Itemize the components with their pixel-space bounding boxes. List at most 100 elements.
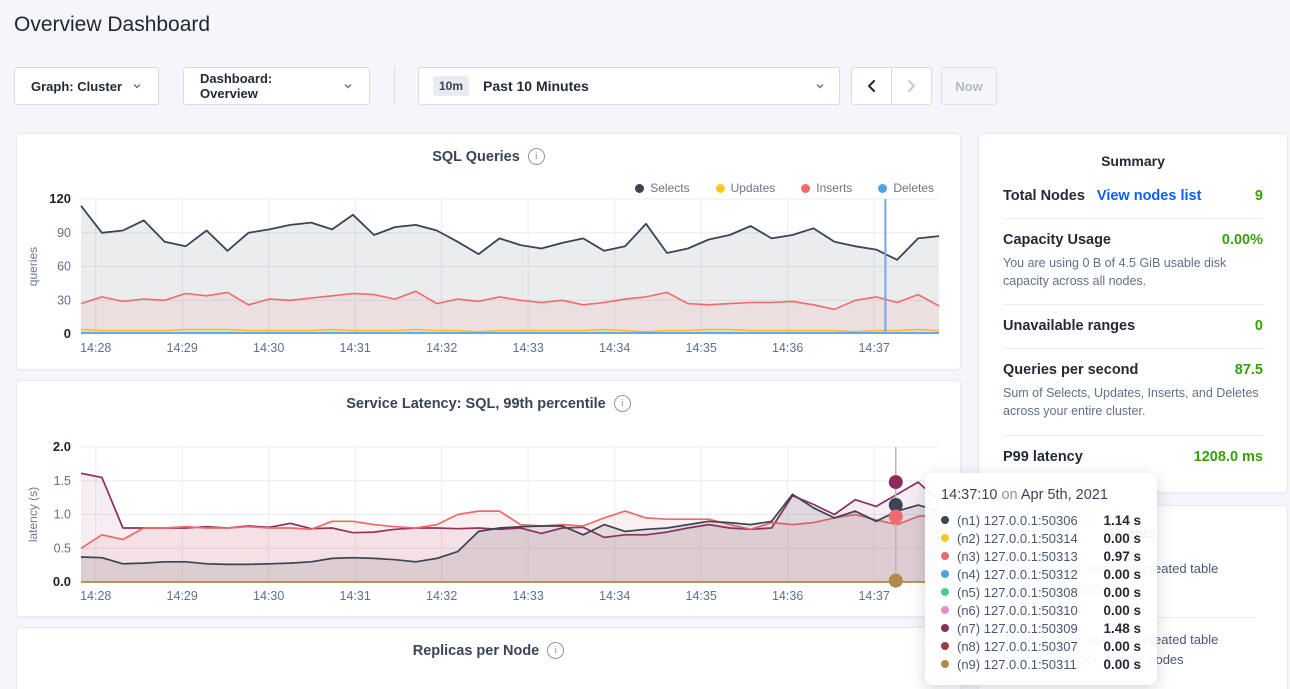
node-address: (n5) 127.0.0.1:50308 (957, 585, 1095, 600)
graph-scope-dropdown[interactable]: Graph: Cluster (14, 67, 159, 105)
summary-title: Summary (1003, 153, 1263, 169)
node-color-dot (941, 624, 949, 632)
time-next-button[interactable] (891, 68, 931, 104)
tooltip-node-row: (n6) 127.0.0.1:50310 0.00 s (941, 601, 1141, 619)
tooltip-node-row: (n3) 127.0.0.1:50313 0.97 s (941, 547, 1141, 565)
node-color-dot (941, 534, 949, 542)
y-tick-label: 0.5 (54, 541, 71, 555)
x-tick-label: 14:33 (513, 341, 544, 355)
x-tick-label: 14:32 (426, 589, 457, 603)
now-button[interactable]: Now (941, 67, 997, 105)
node-latency-value: 0.00 s (1103, 567, 1141, 582)
x-tick-label: 14:36 (772, 341, 803, 355)
y-tick-label: 1.0 (54, 508, 71, 522)
p99-latency-value: 1208.0 ms (1194, 449, 1263, 465)
y-tick-label: 90 (57, 226, 71, 240)
tooltip-node-row: (n1) 127.0.0.1:50306 1.14 s (941, 511, 1141, 529)
overview-dashboard-page: Overview Dashboard Graph: Cluster Dashbo… (0, 0, 1290, 689)
hover-dot (889, 574, 903, 588)
node-color-dot (941, 570, 949, 578)
qps-value: 87.5 (1235, 362, 1263, 378)
node-address: (n6) 127.0.0.1:50310 (957, 603, 1095, 618)
node-color-dot (941, 588, 949, 596)
chevron-left-icon (866, 79, 877, 93)
node-color-dot (941, 642, 949, 650)
y-tick-label: 0 (64, 326, 71, 341)
x-tick-label: 14:31 (340, 589, 371, 603)
latency-plot: 0.00.51.01.52.014:2814:2914:3014:3114:32… (17, 381, 960, 616)
x-tick-label: 14:28 (80, 589, 111, 603)
summary-row-qps: Queries per second 87.5 Sum of Selects, … (1003, 349, 1263, 435)
chart-hover-tooltip: 14:37:10 on Apr 5th, 2021 (n1) 127.0.0.1… (925, 473, 1157, 685)
node-latency-value: 0.00 s (1103, 603, 1141, 618)
hover-dot (889, 510, 903, 524)
graph-scope-label: Graph: Cluster (31, 79, 122, 94)
node-address: (n1) 127.0.0.1:50306 (957, 513, 1095, 528)
node-color-dot (941, 660, 949, 668)
x-tick-label: 14:37 (858, 341, 889, 355)
node-address: (n2) 127.0.0.1:50314 (957, 531, 1095, 546)
tooltip-node-row: (n9) 127.0.0.1:50311 0.00 s (941, 655, 1141, 673)
chevron-down-icon (132, 81, 142, 91)
time-range-badge: 10m (433, 76, 469, 96)
total-nodes-value: 9 (1255, 188, 1263, 204)
chevron-down-icon (815, 81, 825, 91)
node-address: (n8) 127.0.0.1:50307 (957, 639, 1095, 654)
x-tick-label: 14:28 (80, 341, 111, 355)
y-tick-label: 120 (49, 191, 71, 206)
replicas-per-node-title: Replicas per Node (413, 643, 540, 659)
x-tick-label: 14:30 (253, 341, 284, 355)
dashboard-label: Dashboard: Overview (200, 71, 333, 101)
tooltip-node-row: (n7) 127.0.0.1:50309 1.48 s (941, 619, 1141, 637)
tooltip-timestamp: 14:37:10 on Apr 5th, 2021 (941, 487, 1141, 503)
capacity-usage-description: You are using 0 B of 4.5 GiB usable disk… (1003, 254, 1263, 290)
x-tick-label: 14:35 (686, 589, 717, 603)
node-latency-value: 1.14 s (1103, 513, 1141, 528)
node-latency-value: 0.00 s (1103, 585, 1141, 600)
x-tick-label: 14:29 (167, 589, 198, 603)
x-tick-label: 14:35 (686, 341, 717, 355)
y-tick-label: 30 (57, 293, 71, 307)
chevron-down-icon (343, 81, 353, 91)
summary-row-unavailable-ranges: Unavailable ranges 0 (1003, 305, 1263, 349)
node-latency-value: 0.97 s (1103, 549, 1141, 564)
node-latency-value: 1.48 s (1103, 621, 1141, 636)
tooltip-node-row: (n2) 127.0.0.1:50314 0.00 s (941, 529, 1141, 547)
qps-label: Queries per second (1003, 362, 1138, 378)
node-address: (n7) 127.0.0.1:50309 (957, 621, 1095, 636)
tooltip-node-row: (n5) 127.0.0.1:50308 0.00 s (941, 583, 1141, 601)
node-address: (n9) 127.0.0.1:50311 (957, 657, 1095, 672)
x-tick-label: 14:32 (426, 341, 457, 355)
node-color-dot (941, 516, 949, 524)
view-nodes-list-link[interactable]: View nodes list (1097, 188, 1202, 204)
hover-dot (889, 475, 903, 489)
time-range-label: Past 10 Minutes (483, 78, 589, 94)
chevron-right-icon (906, 79, 917, 93)
toolbar-divider (394, 67, 395, 105)
dashboard-dropdown[interactable]: Dashboard: Overview (183, 67, 370, 105)
tooltip-node-row: (n8) 127.0.0.1:503070.00 s (941, 637, 1141, 655)
info-icon[interactable]: i (547, 642, 564, 659)
capacity-usage-value: 0.00% (1222, 232, 1263, 248)
node-address: (n3) 127.0.0.1:50313 (957, 549, 1095, 564)
x-tick-label: 14:34 (599, 589, 630, 603)
node-latency-value: 0.00 s (1103, 657, 1141, 672)
total-nodes-label: Total Nodes (1003, 188, 1085, 204)
node-color-dot (941, 606, 949, 614)
x-tick-label: 14:37 (858, 589, 889, 603)
sql-queries-panel: SQL Queries i SelectsUpdatesInsertsDelet… (16, 133, 961, 370)
node-color-dot (941, 552, 949, 560)
service-latency-panel: Service Latency: SQL, 99th percentile i … (16, 380, 961, 617)
summary-panel: Summary Total Nodes View nodes list 9 Ca… (978, 133, 1288, 493)
y-tick-label: 1.5 (54, 474, 71, 488)
y-tick-label: 2.0 (53, 439, 71, 454)
unavailable-ranges-label: Unavailable ranges (1003, 318, 1135, 334)
node-latency-value: 0.00 s (1103, 531, 1141, 546)
node-address: (n4) 127.0.0.1:50312 (957, 567, 1095, 582)
y-axis-label: latency (s) (26, 487, 40, 542)
x-tick-label: 14:29 (167, 341, 198, 355)
time-prev-button[interactable] (852, 68, 891, 104)
capacity-usage-label: Capacity Usage (1003, 232, 1111, 248)
y-tick-label: 0.0 (53, 574, 71, 589)
time-range-dropdown[interactable]: 10m Past 10 Minutes (418, 67, 840, 105)
